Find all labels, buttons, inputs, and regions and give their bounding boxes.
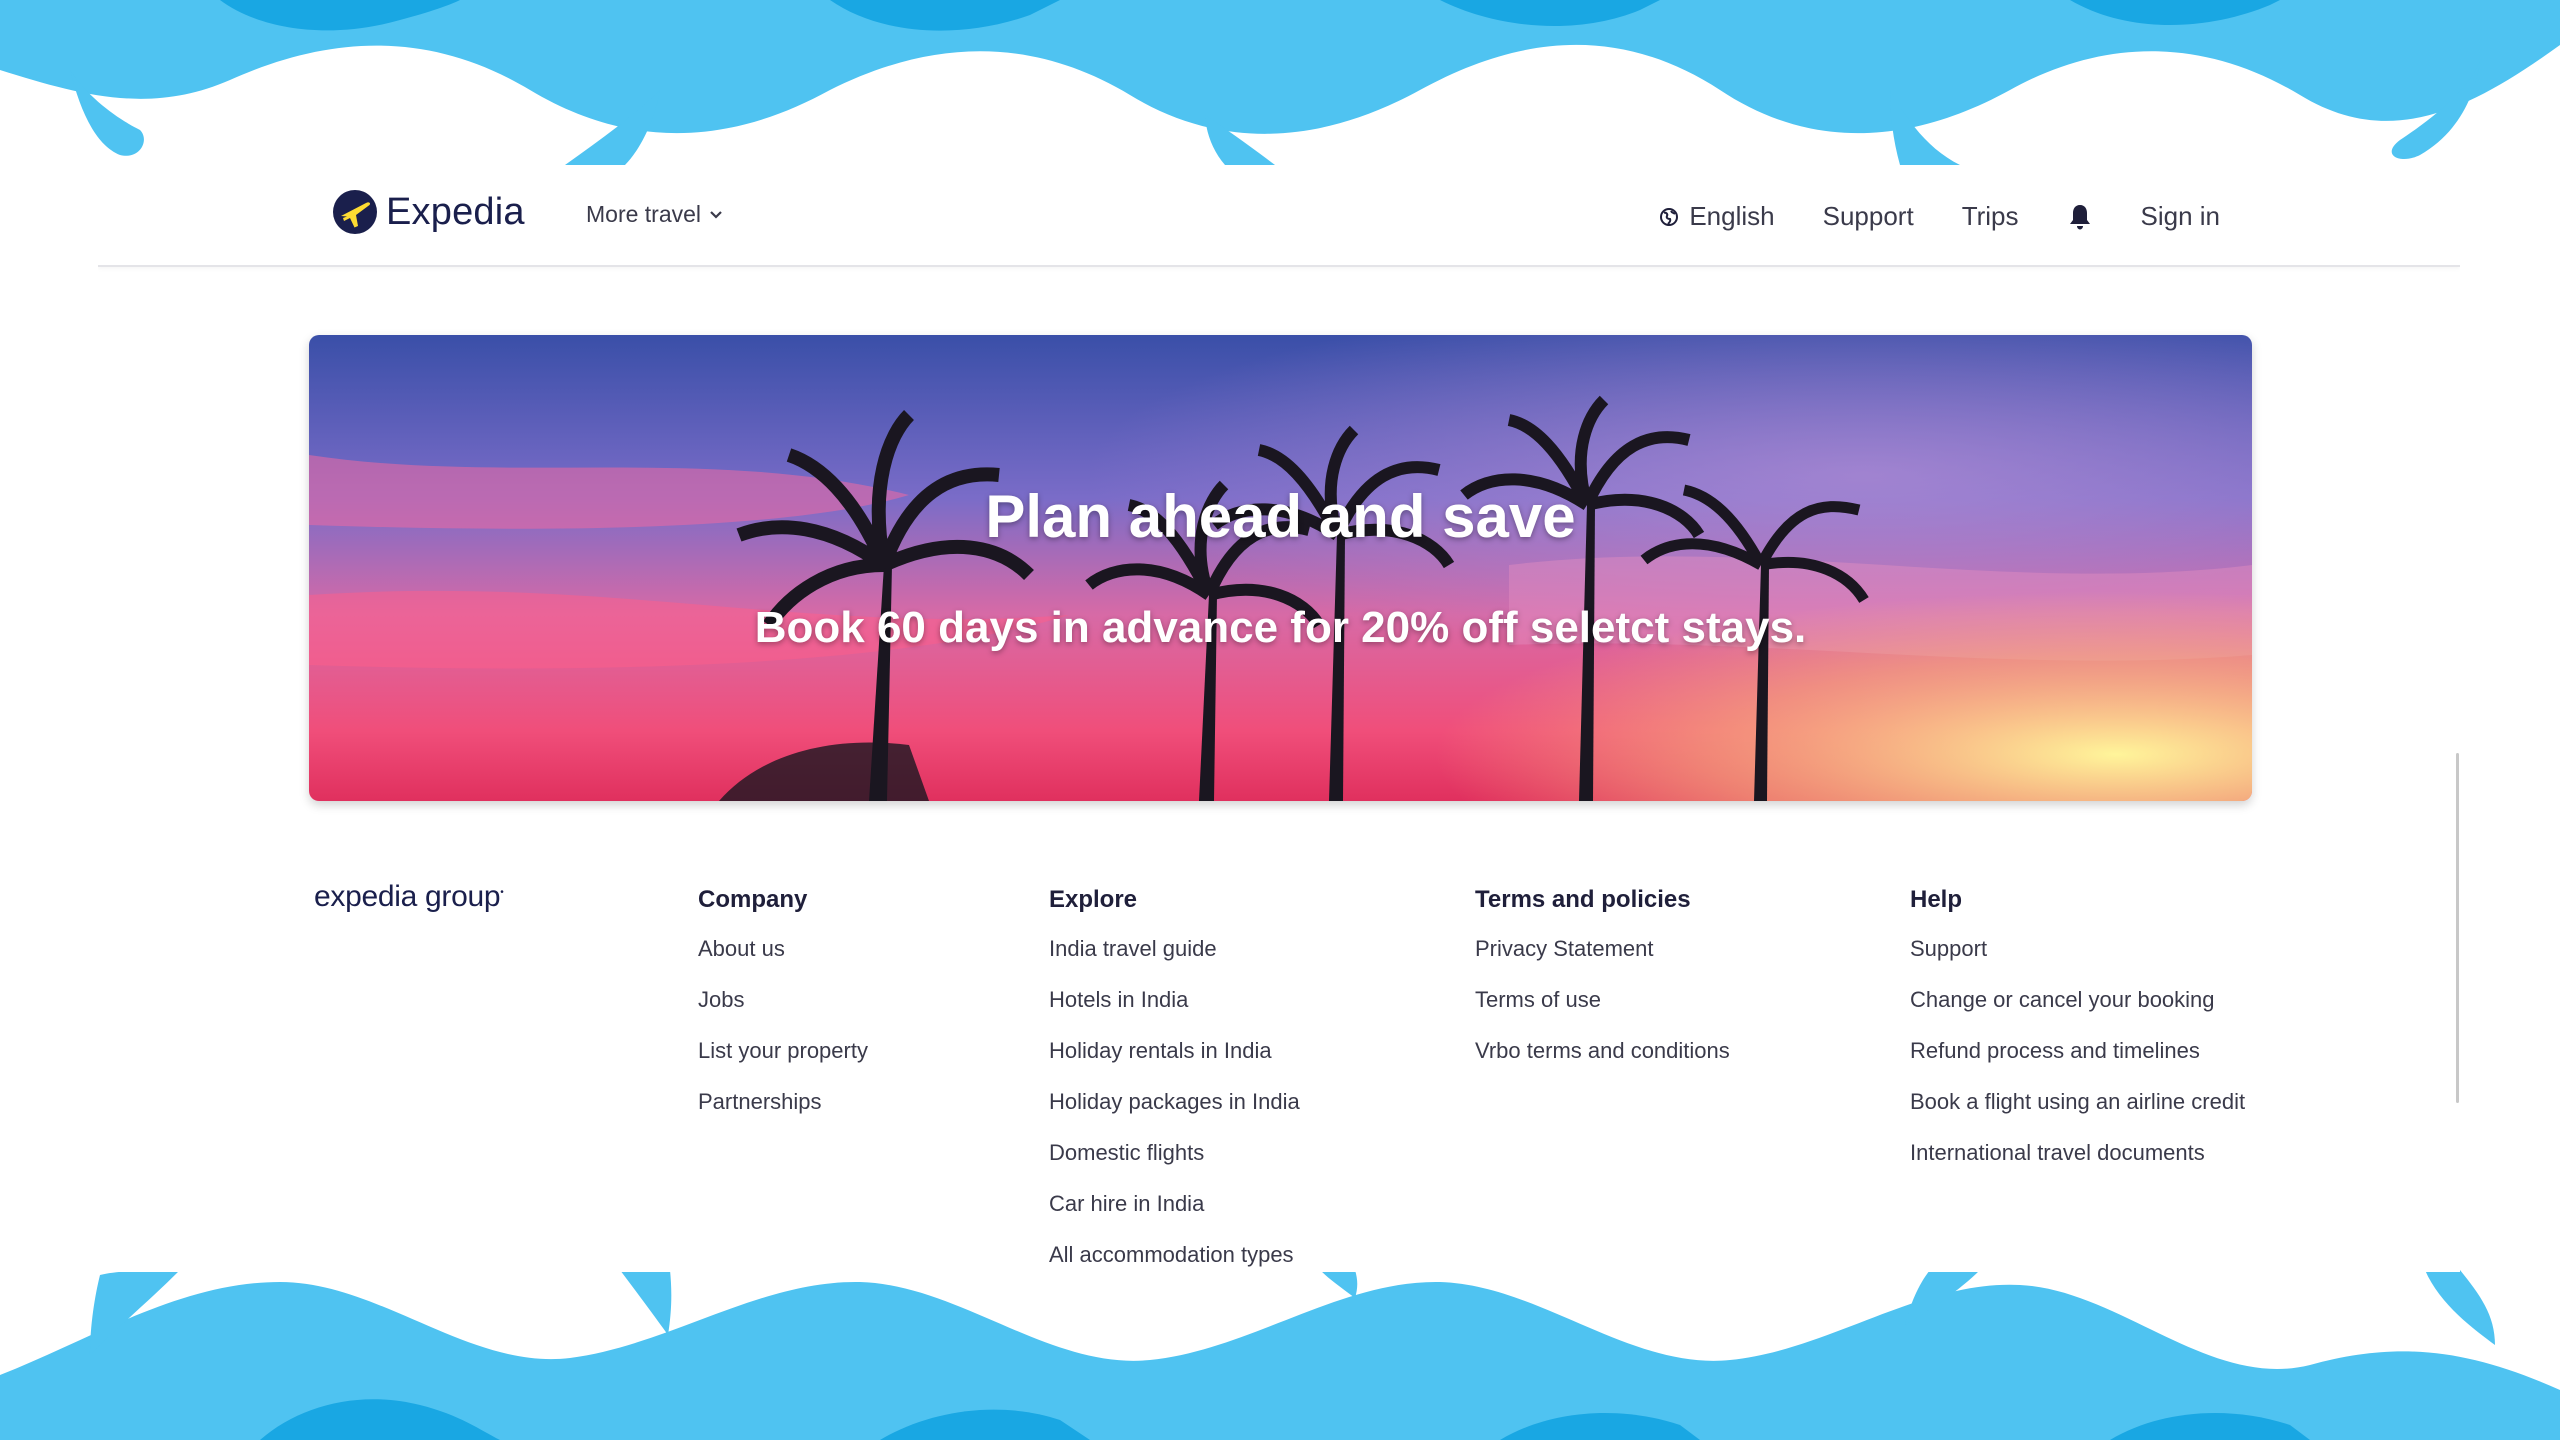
banner-subtitle: Book 60 days in advance for 20% off sele… bbox=[754, 603, 1807, 652]
footer-link-about-us[interactable]: About us bbox=[698, 936, 868, 987]
language-label: English bbox=[1689, 201, 1775, 231]
footer-link-terms-of-use[interactable]: Terms of use bbox=[1475, 987, 1730, 1038]
footer-heading: Help bbox=[1910, 886, 1963, 913]
footer-link-change-cancel[interactable]: Change or cancel your booking bbox=[1910, 987, 2245, 1038]
scrollbar-thumb[interactable] bbox=[2456, 753, 2459, 1103]
footer-link-jobs[interactable]: Jobs bbox=[698, 987, 868, 1038]
footer-link-domestic-flights[interactable]: Domestic flights bbox=[1049, 1140, 1300, 1191]
more-travel-menu[interactable]: More travel bbox=[586, 201, 723, 228]
sign-in-button[interactable]: Sign in bbox=[2141, 201, 2221, 232]
globe-icon bbox=[1660, 207, 1679, 226]
more-travel-label: More travel bbox=[586, 201, 702, 227]
footer-link-vrbo-terms[interactable]: Vrbo terms and conditions bbox=[1475, 1038, 1730, 1089]
expedia-group-logo[interactable]: expedia group• bbox=[314, 880, 504, 914]
footer-link-hotels-india[interactable]: Hotels in India bbox=[1049, 987, 1300, 1038]
header-nav: English Support Trips Sign in bbox=[1659, 201, 2220, 232]
footer-link-holiday-packages[interactable]: Holiday packages in India bbox=[1049, 1089, 1300, 1140]
footer-link-refund[interactable]: Refund process and timelines bbox=[1910, 1038, 2245, 1089]
footer-link-list-property[interactable]: List your property bbox=[698, 1038, 868, 1089]
nav-trips-label: Trips bbox=[1961, 201, 2019, 231]
banner-title: Plan ahead and save bbox=[985, 483, 1576, 550]
expedia-logo-icon bbox=[333, 190, 377, 234]
footer-link-support[interactable]: Support bbox=[1910, 936, 2245, 987]
footer-heading: Terms and policies bbox=[1475, 886, 1691, 913]
footer-column-company: Company About us Jobs List your property… bbox=[698, 886, 868, 1140]
browser-page: Expedia More travel English Support Trip… bbox=[98, 165, 2460, 1272]
footer-link-airline-credit[interactable]: Book a flight using an airline credit bbox=[1910, 1089, 2245, 1140]
expedia-logo[interactable]: Expedia bbox=[332, 189, 525, 235]
footer-heading: Explore bbox=[1049, 886, 1138, 913]
footer-column-help: Help Support Change or cancel your booki… bbox=[1910, 886, 2245, 1191]
footer-heading: Company bbox=[698, 886, 808, 913]
chevron-down-icon bbox=[710, 210, 722, 219]
nav-support-link[interactable]: Support bbox=[1823, 201, 1914, 232]
footer-link-travel-documents[interactable]: International travel documents bbox=[1910, 1140, 2245, 1191]
decorative-wave-bottom bbox=[0, 1270, 2560, 1440]
footer-link-accommodation-types[interactable]: All accommodation types bbox=[1049, 1242, 1300, 1272]
footer-brand-dot: • bbox=[500, 887, 504, 898]
footer-link-holiday-rentals[interactable]: Holiday rentals in India bbox=[1049, 1038, 1300, 1089]
decorative-wave-top bbox=[0, 0, 2560, 170]
site-header: Expedia More travel English Support Trip… bbox=[98, 165, 2460, 267]
page-scrollbar[interactable] bbox=[2454, 165, 2460, 1272]
footer-link-privacy[interactable]: Privacy Statement bbox=[1475, 936, 1730, 987]
bell-icon bbox=[2069, 204, 2090, 229]
footer-brand-text: expedia group bbox=[314, 880, 501, 913]
language-selector[interactable]: English bbox=[1659, 201, 1775, 232]
footer-link-car-hire[interactable]: Car hire in India bbox=[1049, 1191, 1300, 1242]
brand-name: Expedia bbox=[386, 190, 525, 233]
footer-column-explore: Explore India travel guide Hotels in Ind… bbox=[1049, 886, 1300, 1272]
sunset-palm-trees-image bbox=[309, 335, 2252, 801]
nav-trips-link[interactable]: Trips bbox=[1962, 201, 2019, 232]
footer-column-terms: Terms and policies Privacy Statement Ter… bbox=[1475, 886, 1730, 1089]
footer-link-india-travel-guide[interactable]: India travel guide bbox=[1049, 936, 1300, 987]
notifications-button[interactable] bbox=[2067, 203, 2093, 231]
nav-support-label: Support bbox=[1822, 201, 1914, 231]
footer-link-partnerships[interactable]: Partnerships bbox=[698, 1089, 868, 1140]
promo-banner[interactable]: Plan ahead and save Book 60 days in adva… bbox=[309, 335, 2252, 801]
sign-in-label: Sign in bbox=[2140, 201, 2221, 231]
